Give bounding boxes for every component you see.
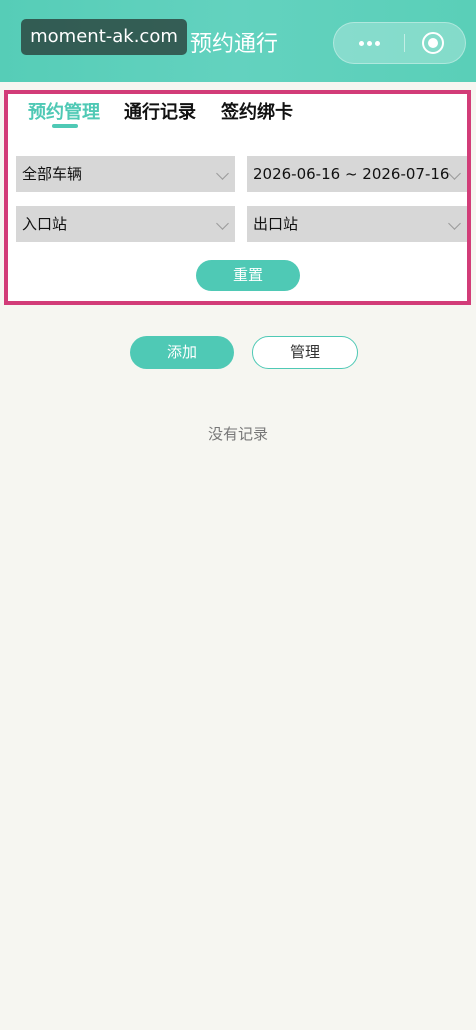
exit-station-select[interactable]: 出口站 <box>247 206 467 242</box>
active-tab-indicator <box>52 124 78 128</box>
tab-contract-card-binding[interactable]: 签约绑卡 <box>221 98 293 124</box>
target-circle-icon[interactable] <box>422 32 444 54</box>
manage-button[interactable]: 管理 <box>252 336 358 369</box>
tab-passage-records[interactable]: 通行记录 <box>124 98 196 124</box>
date-range-select[interactable]: 2026-06-16 ~ 2026-07-16 <box>247 156 467 192</box>
vehicle-select[interactable]: 全部车辆 <box>16 156 235 192</box>
more-dots-icon[interactable] <box>334 23 404 63</box>
chevron-down-icon <box>216 167 229 180</box>
vehicle-select-value: 全部车辆 <box>22 165 83 183</box>
filter-panel: 预约管理 通行记录 签约绑卡 全部车辆 2026-06-16 ~ 2026-07… <box>4 90 471 305</box>
entry-station-value: 入口站 <box>22 215 68 233</box>
watermark: moment-ak.com <box>21 19 187 55</box>
mini-program-capsule <box>333 22 466 64</box>
entry-station-select[interactable]: 入口站 <box>16 206 235 242</box>
exit-station-value: 出口站 <box>253 215 299 233</box>
chevron-down-icon <box>216 217 229 230</box>
chevron-down-icon <box>448 217 461 230</box>
header-bar: moment-ak.com 预约通行 <box>0 0 476 82</box>
page-title: 预约通行 <box>190 32 279 57</box>
capsule-divider <box>404 34 405 52</box>
add-button[interactable]: 添加 <box>130 336 234 369</box>
date-range-value: 2026-06-16 ~ 2026-07-16 <box>253 165 450 183</box>
tab-reservation-management[interactable]: 预约管理 <box>28 98 100 124</box>
reset-button[interactable]: 重置 <box>196 260 300 291</box>
chevron-down-icon <box>448 167 461 180</box>
empty-state-text: 没有记录 <box>207 425 268 443</box>
